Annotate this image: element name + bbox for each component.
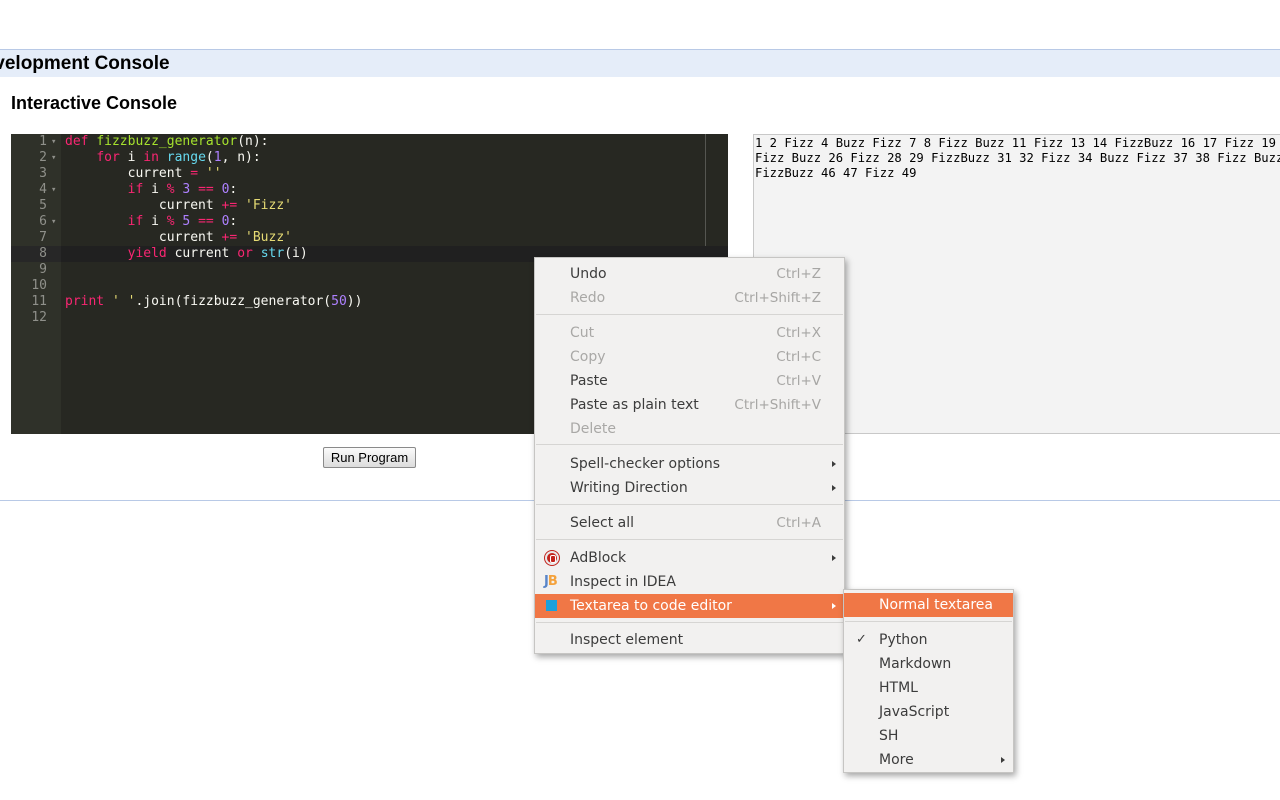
section-title: Interactive Console — [11, 93, 178, 113]
line-number: 7 — [39, 230, 47, 245]
menu-separator — [536, 314, 843, 315]
menu-item-inspect-idea[interactable]: JB Inspect in IDEA — [535, 570, 844, 594]
line-number: 12 — [31, 310, 47, 325]
code-line: 6 ▾ if i % 5 == 0: — [11, 214, 728, 230]
adblock-icon — [545, 551, 559, 565]
submenu-item-normal-textarea[interactable]: Normal textarea — [844, 593, 1013, 617]
menu-item-select-all[interactable]: Select all Ctrl+A — [535, 511, 844, 535]
menu-item-paste-plain[interactable]: Paste as plain text Ctrl+Shift+V — [535, 393, 844, 417]
submenu-item-markdown[interactable]: Markdown — [844, 652, 1013, 676]
header-band — [0, 49, 1280, 77]
submenu-item-sh[interactable]: SH — [844, 724, 1013, 748]
output-line: 1 2 Fizz 4 Buzz Fizz 7 8 Fizz Buzz 11 Fi… — [755, 136, 1276, 150]
line-number: 9 — [39, 262, 47, 277]
line-number: 10 — [31, 278, 47, 293]
fold-icon[interactable]: ▾ — [51, 134, 56, 150]
page-title: Development Console — [0, 53, 170, 74]
code-line: 1 ▾ def fizzbuzz_generator(n): — [11, 134, 728, 150]
submenu-item-html[interactable]: HTML — [844, 676, 1013, 700]
menu-item-inspect-element[interactable]: Inspect element — [535, 628, 844, 652]
menu-separator — [536, 444, 843, 445]
submenu-arrow-icon — [832, 555, 836, 561]
submenu-arrow-icon — [832, 461, 836, 467]
submenu-item-javascript[interactable]: JavaScript — [844, 700, 1013, 724]
menu-separator — [536, 504, 843, 505]
line-number: 8 — [11, 246, 61, 262]
menu-item-delete[interactable]: Delete — [535, 417, 844, 441]
menu-separator — [536, 622, 843, 623]
code-line: 4 ▾ if i % 3 == 0: — [11, 182, 728, 198]
fold-icon[interactable]: ▾ — [51, 214, 56, 230]
menu-separator — [845, 621, 1012, 622]
submenu-item-python[interactable]: ✓ Python — [844, 628, 1013, 652]
blue-square-icon — [546, 600, 557, 611]
menu-item-cut[interactable]: Cut Ctrl+X — [535, 321, 844, 345]
fold-icon[interactable]: ▾ — [51, 150, 56, 166]
output-line: Fizz Buzz 26 Fizz 28 29 FizzBuzz 31 32 F… — [755, 151, 1280, 165]
line-number: 11 — [31, 294, 47, 309]
menu-separator — [536, 539, 843, 540]
submenu-arrow-icon — [1001, 757, 1005, 763]
jetbrains-icon: JB — [544, 574, 558, 589]
menu-item-undo[interactable]: Undo Ctrl+Z — [535, 262, 844, 286]
submenu-arrow-icon — [832, 603, 836, 609]
menu-item-redo[interactable]: Redo Ctrl+Shift+Z — [535, 286, 844, 310]
code-line: 5 current += 'Fizz' — [11, 198, 728, 214]
menu-item-spell-checker[interactable]: Spell-checker options — [535, 452, 844, 476]
line-number: 5 — [39, 198, 47, 213]
menu-item-adblock[interactable]: AdBlock — [535, 546, 844, 570]
submenu-item-more[interactable]: More — [844, 748, 1013, 772]
fold-icon[interactable]: ▾ — [51, 182, 56, 198]
line-number: 3 — [39, 166, 47, 181]
menu-item-writing-direction[interactable]: Writing Direction — [535, 476, 844, 500]
menu-item-copy[interactable]: Copy Ctrl+C — [535, 345, 844, 369]
code-line: 7 current += 'Buzz' — [11, 230, 728, 246]
check-icon: ✓ — [856, 632, 867, 647]
output-line: FizzBuzz 46 47 Fizz 49 — [755, 166, 917, 180]
menu-item-textarea-to-code-editor[interactable]: Textarea to code editor — [535, 594, 844, 618]
run-program-button[interactable]: Run Program — [323, 447, 416, 468]
context-menu: Undo Ctrl+Z Redo Ctrl+Shift+Z Cut Ctrl+X… — [534, 257, 845, 654]
menu-item-paste[interactable]: Paste Ctrl+V — [535, 369, 844, 393]
code-line: 3 current = '' — [11, 166, 728, 182]
code-line: 2 ▾ for i in range(1, n): — [11, 150, 728, 166]
submenu-arrow-icon — [832, 485, 836, 491]
submenu-code-editor: Normal textarea ✓ Python Markdown HTML J… — [843, 589, 1014, 773]
